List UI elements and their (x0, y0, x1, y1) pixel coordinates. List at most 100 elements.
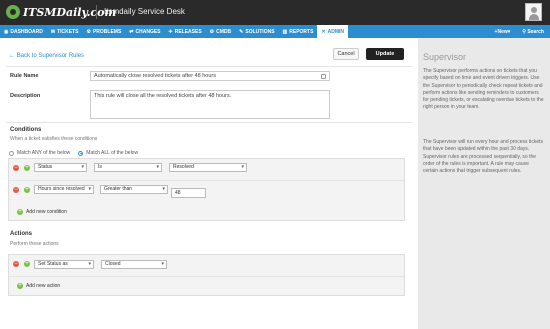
cmdb-icon: ⚙ (209, 28, 215, 35)
nav-actions: +New▾ ⚲ Search (495, 25, 544, 38)
search-label: Search (527, 28, 544, 35)
nav-solutions[interactable]: ✎ SOLUTIONS (235, 25, 278, 38)
condition-value-select[interactable]: Resolved ▾ (169, 163, 247, 172)
sidebar-paragraph: The Supervisor performs actions on ticke… (423, 68, 544, 111)
action-row: − + Set Status as ▾ Closed ▾ (9, 255, 404, 275)
chevron-down-icon: ▾ (241, 164, 244, 170)
admin-icon: ✕ (321, 28, 326, 35)
nav-label: CHANGES (135, 28, 161, 35)
action-type-select[interactable]: Set Status as ▾ (34, 260, 94, 269)
divider (6, 66, 412, 67)
nav-releases[interactable]: ✈ RELEASES (165, 25, 206, 38)
actions-box: − + Set Status as ▾ Closed ▾ + Add new act… (8, 254, 405, 296)
nav-cmdb[interactable]: ⚙ CMDB (206, 25, 235, 38)
main-nav: ◉ DASHBOARD ✉ TICKETS ☢ PROBLEMS ⇄ CHANGES ✈… (0, 25, 550, 38)
main-panel: ← Back to Supervisor Rules Cancel Update… (0, 38, 418, 329)
conditions-box: − + Status ▾ Is ▾ Resolved ▾ − + Hours sinc… (8, 158, 405, 221)
add-condition-icon[interactable]: + (24, 165, 30, 171)
remove-condition-icon[interactable]: − (13, 187, 19, 193)
match-all-radio[interactable] (78, 150, 84, 156)
match-any-radio[interactable] (9, 150, 14, 156)
nav-label: DASHBOARD (10, 28, 43, 35)
condition-operator-select[interactable]: Is ▾ (94, 163, 162, 172)
select-value: Set Status as (38, 261, 68, 267)
add-condition-icon[interactable]: + (24, 187, 30, 193)
field-options-icon[interactable] (321, 74, 326, 79)
chevron-down-icon: ▾ (161, 261, 164, 267)
cancel-button[interactable]: Cancel (333, 48, 359, 60)
chevron-down-icon: ▾ (156, 164, 159, 170)
condition-row: − + Hours since resolved ▾ Greater than ▾ … (9, 181, 404, 201)
chevron-down-icon: ▾ (88, 186, 91, 192)
nav-dashboard[interactable]: ◉ DASHBOARD (0, 25, 47, 38)
description-label: Description (10, 93, 41, 99)
add-action-icon[interactable]: + (24, 261, 30, 267)
tickets-icon: ✉ (50, 28, 56, 35)
sidebar-paragraph: The Supervisor will run every hour and p… (423, 139, 544, 175)
problems-icon: ☢ (86, 28, 91, 35)
back-label: Back to Supervisor Rules (16, 53, 85, 59)
nav-label: ADMIN (327, 28, 345, 35)
nav-label: PROBLEMS (92, 28, 122, 35)
nav-admin[interactable]: ✕ ADMIN (317, 25, 349, 38)
condition-value-input[interactable]: 48 (171, 188, 206, 198)
top-bar: ITSMDaily.com Itsmdaily Service Desk (0, 0, 550, 25)
nav-label: TICKETS (57, 28, 79, 35)
nav-problems[interactable]: ☢ PROBLEMS (82, 25, 125, 38)
back-link[interactable]: ← Back to Supervisor Rules (9, 53, 84, 59)
logo-icon (6, 5, 20, 19)
new-label: New (497, 28, 508, 35)
divider (96, 5, 97, 19)
nav-label: REPORTS (289, 28, 314, 35)
remove-condition-icon[interactable]: − (13, 165, 19, 171)
nav-changes[interactable]: ⇄ CHANGES (125, 25, 164, 38)
chevron-down-icon: ▾ (162, 186, 165, 192)
app-title: Itsmdaily Service Desk (104, 7, 185, 16)
select-value: Hours since resolved (38, 186, 85, 192)
new-button[interactable]: +New▾ (495, 29, 511, 35)
releases-icon: ✈ (168, 28, 173, 35)
rule-name-value: Automatically close resolved tickets aft… (94, 73, 216, 79)
nav-label: RELEASES (174, 28, 202, 35)
help-sidebar: Supervisor The Supervisor performs actio… (418, 38, 550, 329)
condition-field-select[interactable]: Hours since resolved ▾ (34, 185, 94, 194)
conditions-subtitle: When a ticket satisfies these conditions (10, 136, 98, 142)
conditions-title: Conditions (10, 127, 42, 133)
search-button[interactable]: ⚲ Search (522, 29, 544, 35)
update-button[interactable]: Update (366, 48, 404, 60)
add-new-condition-link[interactable]: + Add new condition (17, 209, 67, 215)
remove-action-icon[interactable]: − (13, 261, 19, 267)
description-value: This rule will close all the resolved ti… (94, 93, 232, 99)
nav-tickets[interactable]: ✉ TICKETS (47, 25, 83, 38)
select-value: Closed (105, 261, 121, 267)
actions-title: Actions (10, 231, 33, 237)
arrow-left-icon: ← (9, 53, 17, 59)
dashboard-icon: ◉ (4, 28, 9, 35)
nav-reports[interactable]: ▥ REPORTS (279, 25, 318, 38)
chevron-down-icon: ▾ (507, 28, 511, 35)
logo[interactable]: ITSMDaily.com (6, 4, 116, 20)
condition-operator-select[interactable]: Greater than ▾ (100, 185, 168, 194)
plus-circle-icon: + (17, 283, 23, 289)
match-options: Match ANY of the below Match ALL of the … (9, 150, 138, 156)
match-all-label: Match ALL of the below (86, 150, 139, 156)
select-value: Is (98, 164, 102, 170)
actions-subtitle: Perform these actions (10, 241, 59, 247)
add-action-label: Add new action (26, 283, 61, 289)
action-value-select[interactable]: Closed ▾ (101, 260, 167, 269)
condition-row: − + Status ▾ Is ▾ Resolved ▾ (9, 159, 404, 179)
add-condition-label: Add new condition (26, 209, 67, 215)
select-value: Status (38, 164, 53, 170)
rule-name-input[interactable]: Automatically close resolved tickets aft… (90, 71, 330, 81)
chevron-down-icon: ▾ (88, 261, 91, 267)
sidebar-title: Supervisor (423, 52, 467, 62)
condition-field-select[interactable]: Status ▾ (34, 163, 87, 172)
plus-circle-icon: + (17, 209, 23, 215)
rule-name-label: Rule Name (10, 73, 39, 79)
add-new-action-link[interactable]: + Add new action (17, 283, 60, 289)
select-value: Resolved (173, 164, 194, 170)
divider (9, 276, 404, 277)
select-value: Greater than (104, 186, 133, 192)
avatar[interactable] (525, 3, 542, 21)
description-textarea[interactable]: This rule will close all the resolved ti… (90, 90, 330, 119)
